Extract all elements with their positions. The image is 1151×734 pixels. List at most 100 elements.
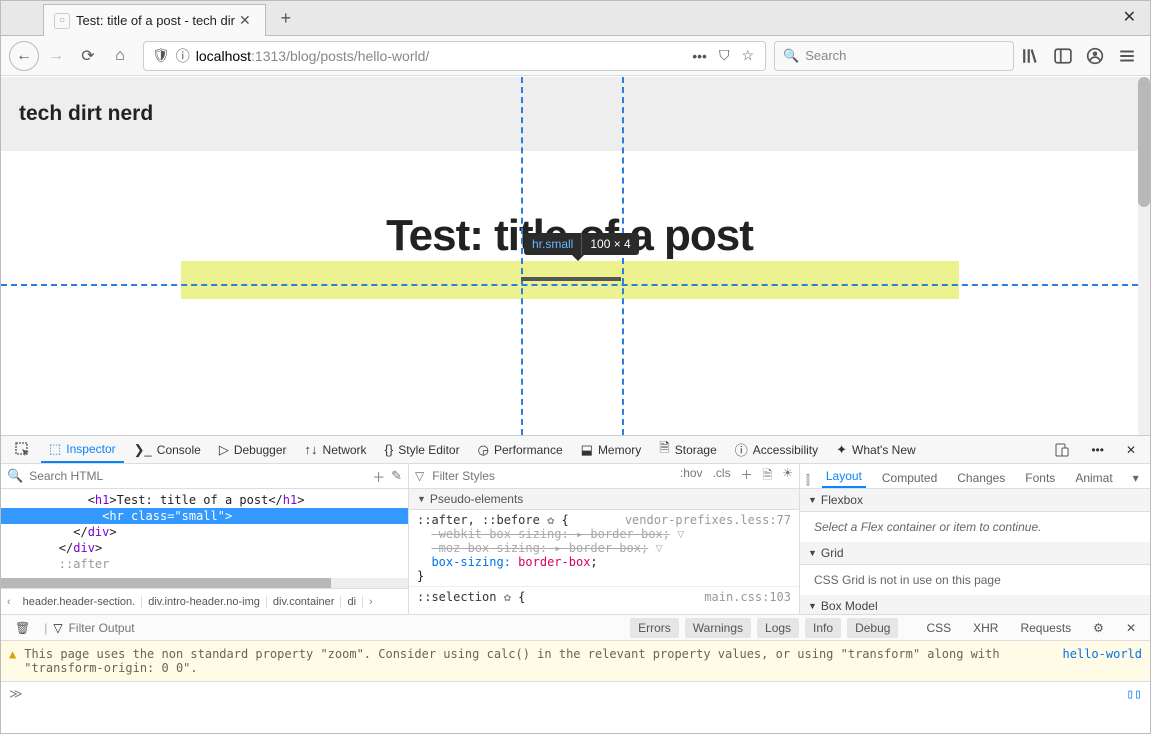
browser-tab[interactable]: ○ Test: title of a post - tech dir ✕	[43, 4, 266, 36]
clear-console-icon[interactable]: 🗑	[7, 618, 38, 638]
site-info-icon[interactable]: ⓘ	[176, 46, 190, 66]
site-title-link[interactable]: tech dirt nerd	[19, 102, 153, 125]
devtools: ⬚Inspector ❯_Console ▷Debugger ↑↓Network…	[1, 435, 1150, 733]
add-node-icon[interactable]: ＋	[372, 467, 385, 486]
layout-section-flexbox[interactable]: ▼Flexbox	[800, 489, 1150, 512]
layout-tab-computed[interactable]: Computed	[878, 468, 941, 488]
html-line-selected[interactable]: <hr class="small">	[1, 508, 408, 524]
layout-section-boxmodel[interactable]: ▼Box Model	[800, 595, 1150, 614]
filter-info[interactable]: Info	[805, 618, 841, 638]
warning-message: This page uses the non standard property…	[24, 647, 1054, 675]
html-hscrollbar[interactable]	[1, 578, 408, 588]
rules-section-header[interactable]: ▼Pseudo-elements	[409, 489, 799, 510]
light-sim-icon[interactable]: ☀	[782, 466, 793, 487]
devtools-menu-icon[interactable]: •••	[1083, 443, 1112, 457]
html-line[interactable]: ::after	[1, 556, 408, 572]
tab-whats-new[interactable]: ✦What's New	[828, 436, 924, 463]
console-prompt[interactable]: ≫ ▯▯	[1, 681, 1150, 707]
crumb-next-icon[interactable]: ›	[363, 596, 379, 608]
search-icon: 🔍	[7, 468, 23, 484]
tab-accessibility[interactable]: ⓘAccessibility	[727, 436, 826, 463]
warning-source-link[interactable]: hello-world	[1063, 647, 1142, 661]
account-icon[interactable]	[1080, 41, 1110, 71]
element-picker-button[interactable]	[7, 436, 39, 463]
browser-navbar: ← → ⟳ ⌂ 🛡 ⓘ localhost:1313/blog/posts/he…	[1, 36, 1150, 76]
filter-styles-input[interactable]	[432, 469, 672, 483]
tracking-shield-icon[interactable]: 🛡	[152, 47, 170, 64]
filter-debug[interactable]: Debug	[847, 618, 898, 638]
tab-inspector[interactable]: ⬚Inspector	[41, 436, 124, 463]
css-rule[interactable]: main.css:103 ::selection ✿ {	[409, 586, 799, 607]
eyedropper-icon[interactable]: ✎	[391, 468, 402, 484]
html-line[interactable]: <h1>Test: title of a post</h1>	[1, 492, 408, 508]
back-button[interactable]: ←	[9, 41, 39, 71]
forward-button: →	[41, 41, 71, 71]
layout-tab-animations[interactable]: Animat	[1071, 468, 1116, 488]
tab-console[interactable]: ❯_Console	[126, 436, 209, 463]
layout-tab-layout[interactable]: Layout	[822, 466, 866, 488]
rule-location[interactable]: vendor-prefixes.less:77	[625, 513, 791, 527]
reload-button[interactable]: ⟳	[73, 41, 103, 71]
filter-icon: ▽	[53, 621, 62, 635]
layout-pane: ⫿ Layout Computed Changes Fonts Animat ▾…	[800, 464, 1150, 614]
breadcrumb: ‹ header.header-section. div.intro-heade…	[1, 588, 408, 614]
tab-debugger[interactable]: ▷Debugger	[211, 436, 295, 463]
devtools-close-icon[interactable]: ✕	[1118, 443, 1144, 457]
menu-icon[interactable]	[1112, 41, 1142, 71]
crumb-item[interactable]: di	[341, 596, 363, 608]
crumb-item[interactable]: div.intro-header.no-img	[142, 596, 267, 608]
url-bar[interactable]: 🛡 ⓘ localhost:1313/blog/posts/hello-worl…	[143, 41, 766, 71]
filter-xhr[interactable]: XHR	[965, 618, 1006, 638]
split-console-icon[interactable]: ▯▯	[1126, 687, 1142, 702]
css-rule[interactable]: vendor-prefixes.less:77 ::after, ::befor…	[409, 510, 799, 586]
crumb-item[interactable]: header.header-section.	[17, 596, 143, 608]
filter-logs[interactable]: Logs	[757, 618, 799, 638]
layout-tab-more-icon[interactable]: ▾	[1129, 468, 1143, 488]
html-line[interactable]: </div>	[1, 540, 408, 556]
inspector-guide-vertical	[622, 77, 624, 435]
filter-icon: ▽	[415, 469, 424, 483]
cls-toggle[interactable]: .cls	[713, 466, 731, 487]
search-bar[interactable]: 🔍 Search	[774, 41, 1014, 71]
page-scrollbar[interactable]	[1138, 77, 1150, 435]
console-settings-icon[interactable]: ⚙	[1085, 618, 1112, 638]
tab-memory[interactable]: ⬓Memory	[573, 436, 650, 463]
responsive-mode-icon[interactable]	[1047, 443, 1077, 457]
page-actions-icon[interactable]: •••	[689, 48, 710, 64]
tab-performance[interactable]: ◶Performance	[470, 436, 571, 463]
bookmark-star-icon[interactable]: ☆	[738, 47, 757, 64]
filter-requests[interactable]: Requests	[1012, 618, 1079, 638]
tab-storage[interactable]: 🗎Storage	[651, 436, 724, 463]
new-tab-button[interactable]: +	[272, 4, 300, 32]
filter-css[interactable]: CSS	[918, 618, 959, 638]
page-viewport: tech dirt nerd Test: title of a post hr.…	[1, 77, 1138, 435]
window-close-button[interactable]: ✕	[1117, 7, 1142, 27]
add-rule-icon[interactable]: ＋	[741, 466, 753, 487]
html-line[interactable]: </div>	[1, 524, 408, 540]
browser-tabbar: ○ Test: title of a post - tech dir ✕ + ✕	[1, 1, 1150, 36]
layout-section-grid[interactable]: ▼Grid	[800, 542, 1150, 565]
print-sim-icon[interactable]: 🗎	[763, 466, 773, 487]
crumb-item[interactable]: div.container	[267, 596, 342, 608]
tab-style-editor[interactable]: {}Style Editor	[377, 436, 468, 463]
layout-tab-fonts[interactable]: Fonts	[1021, 468, 1059, 488]
reader-mode-icon[interactable]: ⛉	[716, 47, 733, 64]
library-icon[interactable]	[1016, 41, 1046, 71]
filter-output-input[interactable]	[69, 621, 189, 635]
html-tree[interactable]: <h1>Test: title of a post</h1> <hr class…	[1, 489, 408, 578]
sidebar-icon[interactable]	[1048, 41, 1078, 71]
sidebar-toggle-icon[interactable]: ⫿	[806, 473, 810, 488]
filter-errors[interactable]: Errors	[630, 618, 679, 638]
tab-close-icon[interactable]: ✕	[235, 12, 255, 29]
hov-toggle[interactable]: :hov	[680, 466, 703, 487]
layout-tab-changes[interactable]: Changes	[953, 468, 1009, 488]
rule-location[interactable]: main.css:103	[704, 590, 791, 604]
filter-warnings[interactable]: Warnings	[685, 618, 751, 638]
home-button[interactable]: ⌂	[105, 41, 135, 71]
console-warning-row[interactable]: ▲ This page uses the non standard proper…	[1, 640, 1150, 681]
tab-network[interactable]: ↑↓Network	[297, 436, 375, 463]
url-text: localhost:1313/blog/posts/hello-world/	[196, 48, 683, 64]
search-html-input[interactable]	[29, 469, 366, 483]
console-close-icon[interactable]: ✕	[1118, 618, 1144, 638]
crumb-prev-icon[interactable]: ‹	[1, 596, 17, 608]
